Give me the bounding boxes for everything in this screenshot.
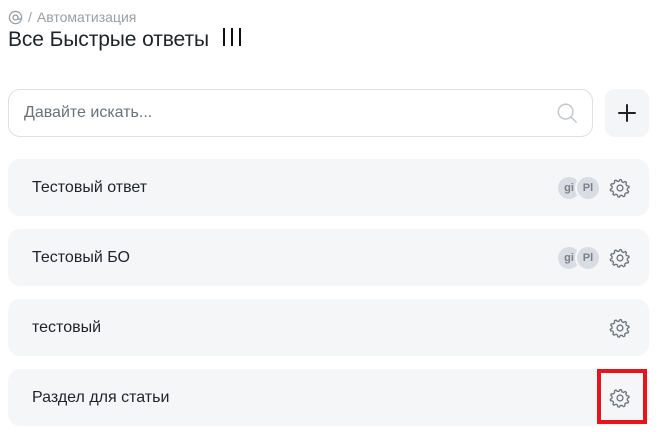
avatar[interactable]: Pl [575, 244, 601, 271]
list-item[interactable]: Тестовый ответ gi Pl [8, 159, 649, 216]
avatar[interactable]: Pl [575, 174, 601, 201]
settings-button[interactable] [605, 313, 635, 343]
at-icon[interactable] [8, 10, 23, 25]
item-label: Тестовый ответ [32, 178, 148, 196]
item-label: Раздел для статьи [32, 388, 170, 406]
plus-icon [618, 104, 636, 122]
add-button[interactable] [605, 89, 649, 137]
gear-icon [609, 248, 630, 268]
item-label: Тестовый БО [32, 248, 130, 266]
settings-button[interactable] [605, 243, 635, 273]
breadcrumb-separator: / [28, 9, 32, 25]
page-title: Все Быстрые ответы [8, 28, 209, 51]
gear-icon [609, 318, 630, 338]
bar [238, 28, 241, 46]
avatar-group: gi Pl [556, 174, 601, 201]
list-item[interactable]: тестовый [8, 299, 649, 356]
breadcrumb: / Автоматизация [8, 8, 136, 26]
gear-icon [609, 178, 630, 198]
avatar-group: gi Pl [556, 244, 601, 271]
list-item[interactable]: Раздел для статьи [8, 369, 649, 426]
search-box [8, 89, 593, 137]
search-icon[interactable] [556, 102, 578, 124]
settings-button[interactable] [605, 383, 635, 413]
settings-button[interactable] [605, 173, 635, 203]
triple-bar-icon[interactable] [222, 28, 241, 48]
search-input[interactable] [9, 90, 529, 136]
bar [230, 28, 233, 46]
item-label: тестовый [32, 318, 102, 336]
list-item[interactable]: Тестовый БО gi Pl [8, 229, 649, 286]
title-row: Все Быстрые ответы [8, 28, 241, 52]
bar [222, 28, 225, 46]
breadcrumb-current[interactable]: Автоматизация [37, 9, 136, 25]
gear-icon [609, 388, 630, 408]
